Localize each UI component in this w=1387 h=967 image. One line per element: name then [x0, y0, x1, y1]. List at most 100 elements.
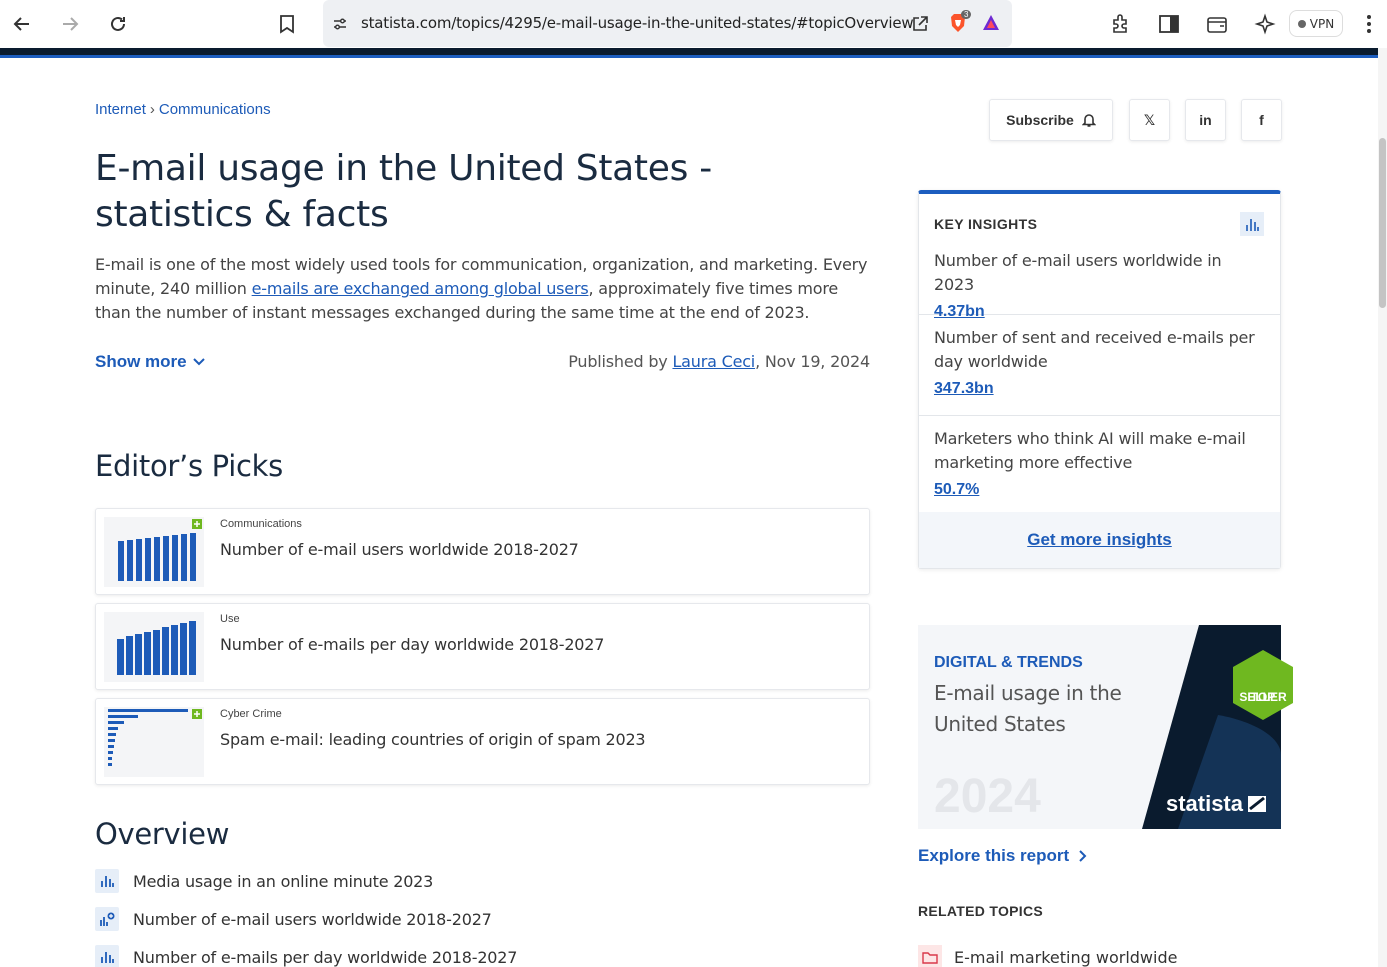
overview-heading: Overview	[95, 817, 230, 851]
report-kicker: DIGITAL & TRENDS	[934, 654, 1083, 671]
insight-item: Number of e-mail users worldwide in 2023…	[919, 249, 1280, 320]
leo-ai-button[interactable]	[1249, 8, 1281, 40]
share-icon[interactable]	[911, 15, 929, 33]
arrow-left-icon	[13, 17, 29, 31]
subscribe-label: Subscribe	[1006, 112, 1074, 128]
share-facebook-button[interactable]: f	[1241, 99, 1282, 141]
forward-button[interactable]	[54, 8, 86, 40]
editors-pick-card[interactable]: Use Number of e-mails per day worldwide …	[95, 603, 870, 690]
intro-paragraph: E-mail is one of the most widely used to…	[95, 253, 875, 325]
vpn-status-icon	[1297, 19, 1306, 28]
overview-item[interactable]: Number of e-mails per day worldwide 2018…	[95, 944, 517, 967]
insight-item: Number of sent and received e-mails per …	[919, 326, 1280, 416]
menu-button[interactable]	[1353, 8, 1385, 40]
url-text: statista.com/topics/4295/e-mail-usage-in…	[361, 14, 914, 32]
wallet-button[interactable]	[1201, 8, 1233, 40]
back-button[interactable]	[6, 8, 38, 40]
breadcrumb-item-communications[interactable]: Communications	[159, 101, 271, 118]
reload-button[interactable]	[102, 8, 134, 40]
intro-link[interactable]: e-mails are exchanged among global users	[252, 279, 589, 298]
reload-icon	[111, 16, 125, 31]
page-title: E-mail usage in the United States - stat…	[95, 148, 712, 235]
site-header-strip	[0, 48, 1378, 58]
insight-value[interactable]: 50.7%	[934, 481, 979, 499]
linkedin-icon: in	[1199, 112, 1212, 128]
explore-report-link[interactable]: Explore this report	[918, 846, 1087, 866]
facebook-icon: f	[1259, 112, 1264, 128]
puzzle-icon	[1113, 14, 1127, 33]
statista-mark-icon	[1248, 796, 1266, 812]
brave-badge: 3	[961, 10, 972, 19]
pick-category: Cyber Crime	[220, 708, 282, 720]
chart-thumbnail	[104, 517, 204, 587]
statista-logo: statista	[1166, 791, 1267, 817]
sidebar-icon	[1159, 15, 1179, 33]
editors-pick-card[interactable]: Cyber Crime Spam e-mail: leading countri…	[95, 698, 870, 785]
vpn-button[interactable]: VPN	[1289, 10, 1343, 37]
share-x-button[interactable]: 𝕏	[1129, 99, 1170, 141]
report-title: E-mail usage in the United States	[934, 681, 1122, 736]
arrow-right-icon	[63, 17, 79, 31]
pick-category: Communications	[220, 518, 302, 530]
related-topic-label: E-mail marketing worldwide	[954, 947, 1178, 967]
insight-item: Marketers who think AI will make e-mail …	[919, 427, 1280, 517]
show-more-label: Show more	[95, 352, 187, 371]
site-settings-icon	[334, 18, 346, 30]
bar-chart-icon	[95, 945, 119, 967]
sidebar-button[interactable]	[1153, 8, 1185, 40]
explore-report-label: Explore this report	[918, 846, 1070, 865]
breadcrumb-separator: ›	[149, 101, 155, 118]
bookmark-icon	[280, 15, 294, 34]
address-bar[interactable]: statista.com/topics/4295/e-mail-usage-in…	[323, 0, 1012, 47]
sparkle-icon	[1254, 13, 1276, 35]
bookmark-button[interactable]	[271, 8, 303, 40]
report-promo-card[interactable]: DIGITAL & TRENDS E-mail usage in the Uni…	[918, 625, 1281, 829]
share-linkedin-button[interactable]: in	[1185, 99, 1226, 141]
overview-item-label: Number of e-mail users worldwide 2018-20…	[133, 909, 492, 929]
insight-value[interactable]: 4.37bn	[934, 303, 985, 321]
key-insights-panel: KEY INSIGHTS Number of e-mail users worl…	[918, 190, 1281, 569]
get-more-insights-link[interactable]: Get more insights	[919, 512, 1280, 568]
x-logo-icon: 𝕏	[1143, 111, 1156, 128]
chevron-down-icon	[192, 358, 205, 366]
chevron-right-icon	[1079, 850, 1087, 862]
show-more-button[interactable]: Show more	[95, 352, 205, 372]
published-date: , Nov 19, 2024	[755, 352, 870, 371]
key-insights-heading: KEY INSIGHTS	[934, 216, 1038, 232]
subscribe-button[interactable]: Subscribe	[989, 99, 1113, 141]
editors-picks-heading: Editor’s Picks	[95, 449, 283, 483]
chart-thumbnail	[104, 707, 204, 777]
bar-chart-icon	[95, 869, 119, 893]
pick-title[interactable]: Number of e-mails per day worldwide 2018…	[220, 635, 604, 654]
pick-title[interactable]: Spam e-mail: leading countries of origin…	[220, 730, 646, 749]
author-link[interactable]: Laura Ceci	[672, 352, 755, 371]
insight-value[interactable]: 347.3bn	[934, 380, 994, 398]
browser-toolbar: statista.com/topics/4295/e-mail-usage-in…	[0, 0, 1387, 48]
breadcrumb-item-internet[interactable]: Internet	[95, 101, 146, 118]
chart-thumbnail	[104, 612, 204, 682]
wallet-icon	[1207, 17, 1227, 33]
related-topics-heading: RELATED TOPICS	[918, 903, 1044, 919]
related-topic-item[interactable]: E-mail marketing worldwide	[918, 945, 1177, 967]
overview-item-label: Media usage in an online minute 2023	[133, 871, 434, 891]
overview-item[interactable]: Number of e-mail users worldwide 2018-20…	[95, 906, 492, 932]
scrollbar-thumb[interactable]	[1379, 138, 1386, 308]
insight-label: Marketers who think AI will make e-mail …	[934, 429, 1246, 472]
statista-logo-text: statista	[1165, 791, 1243, 816]
top-seller-badge: TOP SELLER	[1229, 648, 1297, 722]
pick-title[interactable]: Number of e-mail users worldwide 2018-20…	[220, 540, 579, 559]
bar-chart-icon	[1240, 212, 1264, 236]
badge-line-2: SELLER	[1239, 690, 1287, 704]
report-year: 2024	[934, 770, 1041, 823]
bell-icon	[1081, 114, 1096, 127]
brave-rewards-icon[interactable]	[981, 13, 1001, 33]
overview-item-label: Number of e-mails per day worldwide 2018…	[133, 947, 518, 967]
extensions-button[interactable]	[1105, 8, 1137, 40]
editors-pick-card[interactable]: Communications Number of e-mail users wo…	[95, 508, 870, 595]
overview-item[interactable]: Media usage in an online minute 2023	[95, 868, 433, 894]
bar-chart-plus-icon	[95, 907, 119, 931]
vpn-label: VPN	[1309, 16, 1335, 31]
folder-icon	[918, 945, 942, 967]
kebab-menu-icon	[1367, 15, 1371, 33]
page-scrollbar[interactable]	[1378, 48, 1387, 967]
